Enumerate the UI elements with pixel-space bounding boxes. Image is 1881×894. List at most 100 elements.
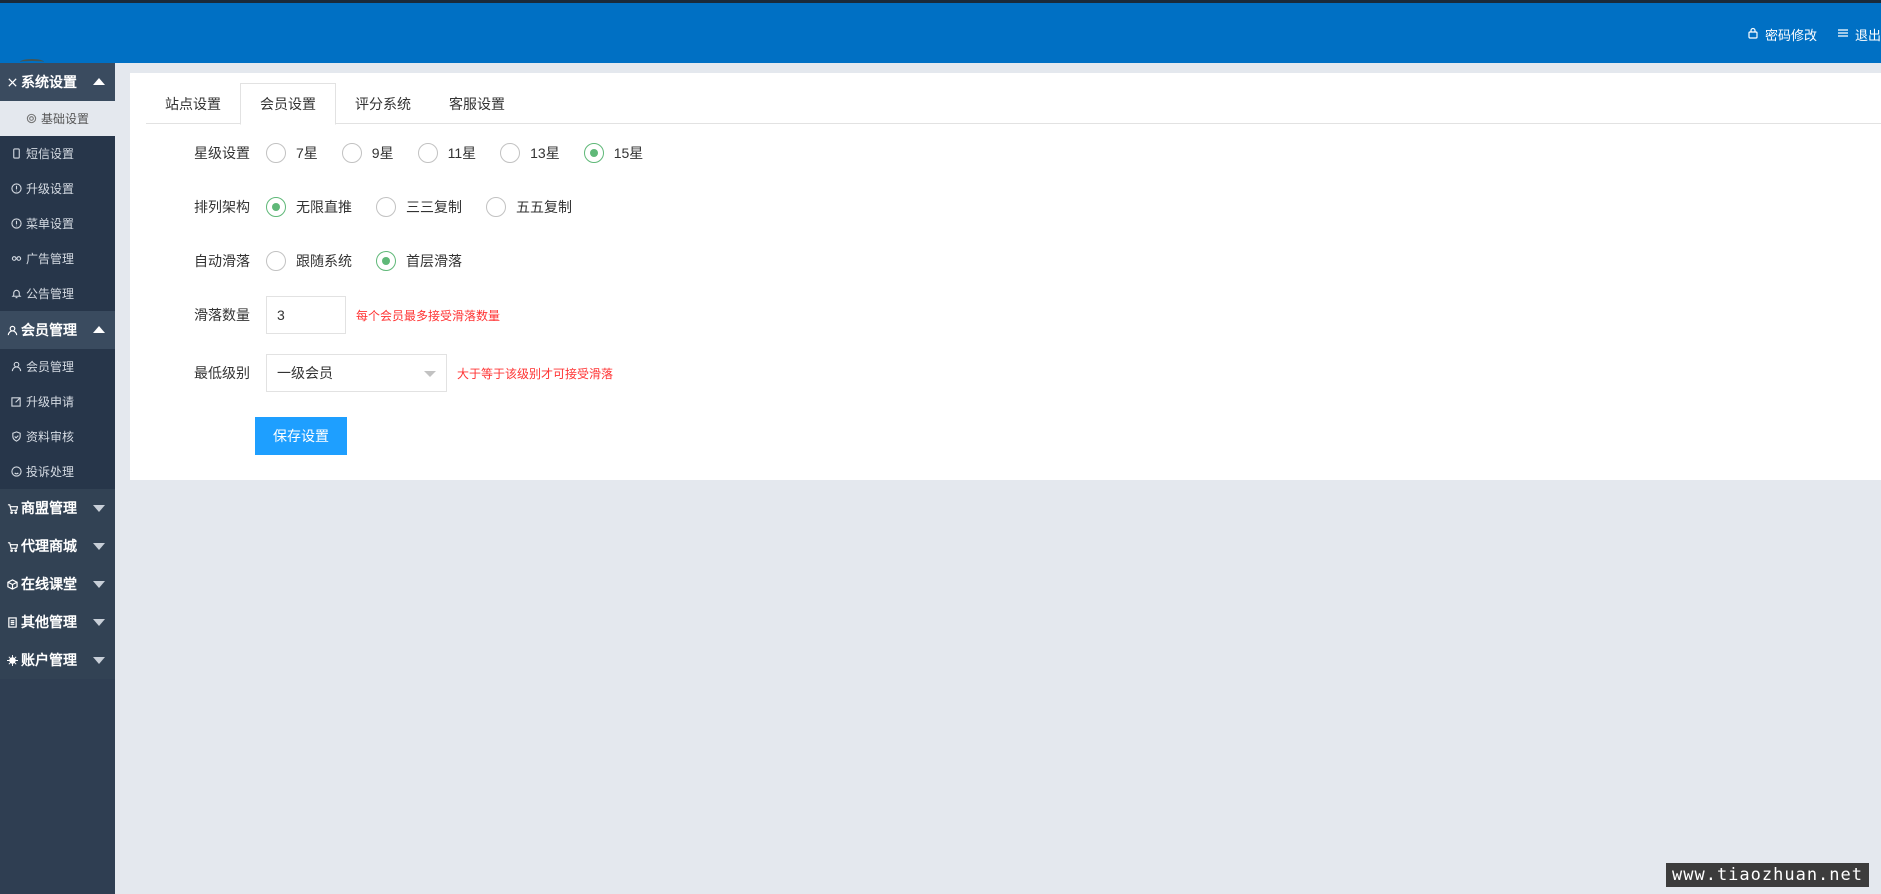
watermark: www.tiaozhuan.net bbox=[1666, 863, 1869, 887]
lock-icon bbox=[1747, 27, 1759, 42]
radio-circle bbox=[583, 143, 604, 163]
tab-rating-system[interactable]: 评分系统 bbox=[336, 83, 430, 124]
radio-circle bbox=[266, 197, 286, 217]
auto-slide-row: 自动滑落 跟随系统 首层滑落 bbox=[194, 251, 486, 271]
document-icon bbox=[6, 616, 18, 628]
tab-bar: 站点设置 会员设置 评分系统 客服设置 bbox=[146, 83, 1881, 125]
radio-label: 7星 bbox=[296, 145, 318, 161]
bell-icon bbox=[10, 288, 22, 300]
sidebar-item-label: 升级申请 bbox=[26, 395, 75, 409]
sidebar-item-menu-settings[interactable]: 菜单设置 bbox=[0, 206, 115, 241]
radio-circle bbox=[376, 197, 396, 217]
chevron-down-icon bbox=[424, 371, 436, 377]
radio-star-11[interactable]: 11星 bbox=[417, 143, 477, 163]
caret-down-icon bbox=[93, 619, 105, 626]
info-circle-icon bbox=[10, 183, 22, 195]
auto-slide-label: 自动滑落 bbox=[194, 253, 250, 269]
sidebar-group-label: 账户管理 bbox=[21, 652, 77, 668]
radio-circle bbox=[486, 197, 506, 217]
tab-customer-service-settings[interactable]: 客服设置 bbox=[430, 83, 524, 124]
radio-circle bbox=[500, 143, 521, 163]
sidebar-item-label: 菜单设置 bbox=[26, 217, 75, 231]
sidebar-item-upgrade-settings[interactable]: 升级设置 bbox=[0, 171, 115, 206]
radio-circle bbox=[266, 251, 286, 271]
sidebar-group-member-management[interactable]: 会员管理 bbox=[0, 311, 115, 349]
sidebar-item-upgrade-apply[interactable]: 升级申请 bbox=[0, 384, 115, 419]
radio-star-15[interactable]: 15星 bbox=[583, 143, 644, 163]
sidebar-group-system-settings[interactable]: 系统设置 bbox=[0, 63, 115, 101]
star-level-row: 星级设置 7星 9星 11星 13星 15星 bbox=[194, 143, 667, 163]
radio-star-7[interactable]: 7星 bbox=[266, 143, 318, 163]
sidebar: 系统设置 基础设置 短信设置 升级设置 菜单设置 广告管理 公告管理 会员管理 … bbox=[0, 63, 115, 894]
sidebar-group-other-management[interactable]: 其他管理 bbox=[0, 603, 115, 641]
cart-icon bbox=[6, 540, 18, 552]
radio-three-three[interactable]: 三三复制 bbox=[376, 197, 462, 217]
sidebar-item-label: 广告管理 bbox=[26, 252, 75, 266]
tab-member-settings[interactable]: 会员设置 bbox=[240, 83, 336, 125]
radio-first-layer-slide[interactable]: 首层滑落 bbox=[376, 251, 462, 271]
radio-label: 跟随系统 bbox=[296, 253, 352, 269]
radio-label: 首层滑落 bbox=[406, 253, 462, 269]
slide-count-row: 滑落数量 每个会员最多接受滑落数量 bbox=[194, 296, 500, 334]
sidebar-group-online-classroom[interactable]: 在线课堂 bbox=[0, 565, 115, 603]
radio-follow-system[interactable]: 跟随系统 bbox=[266, 251, 352, 271]
sidebar-item-profile-review[interactable]: 资料审核 bbox=[0, 419, 115, 454]
sidebar-group-account-management[interactable]: 账户管理 bbox=[0, 641, 115, 679]
radio-label: 无限直推 bbox=[296, 199, 352, 215]
sidebar-group-label: 其他管理 bbox=[21, 614, 77, 630]
radio-label: 11星 bbox=[447, 145, 477, 161]
slide-count-hint: 每个会员最多接受滑落数量 bbox=[356, 308, 501, 323]
arrangement-row: 排列架构 无限直推 三三复制 五五复制 bbox=[194, 197, 596, 217]
sidebar-item-member-management[interactable]: 会员管理 bbox=[0, 349, 115, 384]
caret-down-icon bbox=[93, 543, 105, 550]
tools-icon bbox=[6, 76, 18, 88]
top-header: 密码修改 退出 bbox=[0, 0, 1881, 63]
sidebar-group-label: 代理商城 bbox=[21, 538, 77, 554]
radio-star-13[interactable]: 13星 bbox=[500, 143, 560, 163]
min-level-value: 一级会员 bbox=[277, 365, 333, 381]
settings-panel: 站点设置 会员设置 评分系统 客服设置 星级设置 7星 9星 11星 13星 1… bbox=[130, 73, 1881, 480]
caret-down-icon bbox=[93, 657, 105, 664]
slide-count-input[interactable] bbox=[266, 296, 346, 334]
min-level-row: 最低级别 一级会员 大于等于该级别才可接受滑落 bbox=[194, 354, 613, 392]
sidebar-group-agent-mall[interactable]: 代理商城 bbox=[0, 527, 115, 565]
logout-label: 退出 bbox=[1854, 28, 1881, 43]
link-icon bbox=[10, 253, 22, 265]
radio-unlimited-direct[interactable]: 无限直推 bbox=[266, 197, 352, 217]
radio-label: 9星 bbox=[371, 145, 394, 161]
shield-icon bbox=[10, 431, 22, 443]
sidebar-group-label: 在线课堂 bbox=[21, 576, 77, 592]
logout-link[interactable]: 退出 bbox=[1837, 25, 1881, 44]
caret-up-icon bbox=[93, 78, 105, 85]
radio-star-9[interactable]: 9星 bbox=[341, 143, 394, 163]
radio-circle bbox=[266, 143, 286, 163]
change-password-link[interactable]: 密码修改 bbox=[1747, 25, 1817, 44]
sidebar-item-label: 基础设置 bbox=[41, 112, 90, 126]
sidebar-group-label: 会员管理 bbox=[21, 322, 77, 338]
caret-up-icon bbox=[93, 326, 105, 333]
edit-icon bbox=[10, 396, 22, 408]
change-password-label: 密码修改 bbox=[1764, 28, 1817, 43]
sidebar-group-alliance-management[interactable]: 商盟管理 bbox=[0, 489, 115, 527]
radio-label: 五五复制 bbox=[516, 199, 572, 215]
radio-five-five[interactable]: 五五复制 bbox=[486, 197, 572, 217]
caret-down-icon bbox=[93, 581, 105, 588]
save-settings-button[interactable]: 保存设置 bbox=[255, 417, 347, 455]
sidebar-item-label: 升级设置 bbox=[26, 182, 75, 196]
cube-icon bbox=[6, 578, 18, 590]
sidebar-item-basic-settings[interactable]: 基础设置 bbox=[0, 101, 115, 136]
sidebar-item-sms-settings[interactable]: 短信设置 bbox=[0, 136, 115, 171]
sidebar-item-complaint-handling[interactable]: 投诉处理 bbox=[0, 454, 115, 489]
min-level-select[interactable]: 一级会员 bbox=[266, 354, 447, 392]
arrangement-label: 排列架构 bbox=[194, 199, 250, 215]
radio-label: 15星 bbox=[613, 145, 644, 161]
sidebar-item-ad-management[interactable]: 广告管理 bbox=[0, 241, 115, 276]
radio-label: 13星 bbox=[530, 145, 560, 161]
sidebar-item-label: 资料审核 bbox=[26, 430, 75, 444]
slide-count-label: 滑落数量 bbox=[194, 307, 250, 323]
tab-site-settings[interactable]: 站点设置 bbox=[146, 83, 240, 124]
sidebar-item-notice-management[interactable]: 公告管理 bbox=[0, 276, 115, 311]
sidebar-item-label: 会员管理 bbox=[26, 360, 75, 374]
info-circle-icon bbox=[10, 218, 22, 230]
sidebar-item-label: 投诉处理 bbox=[26, 465, 75, 479]
